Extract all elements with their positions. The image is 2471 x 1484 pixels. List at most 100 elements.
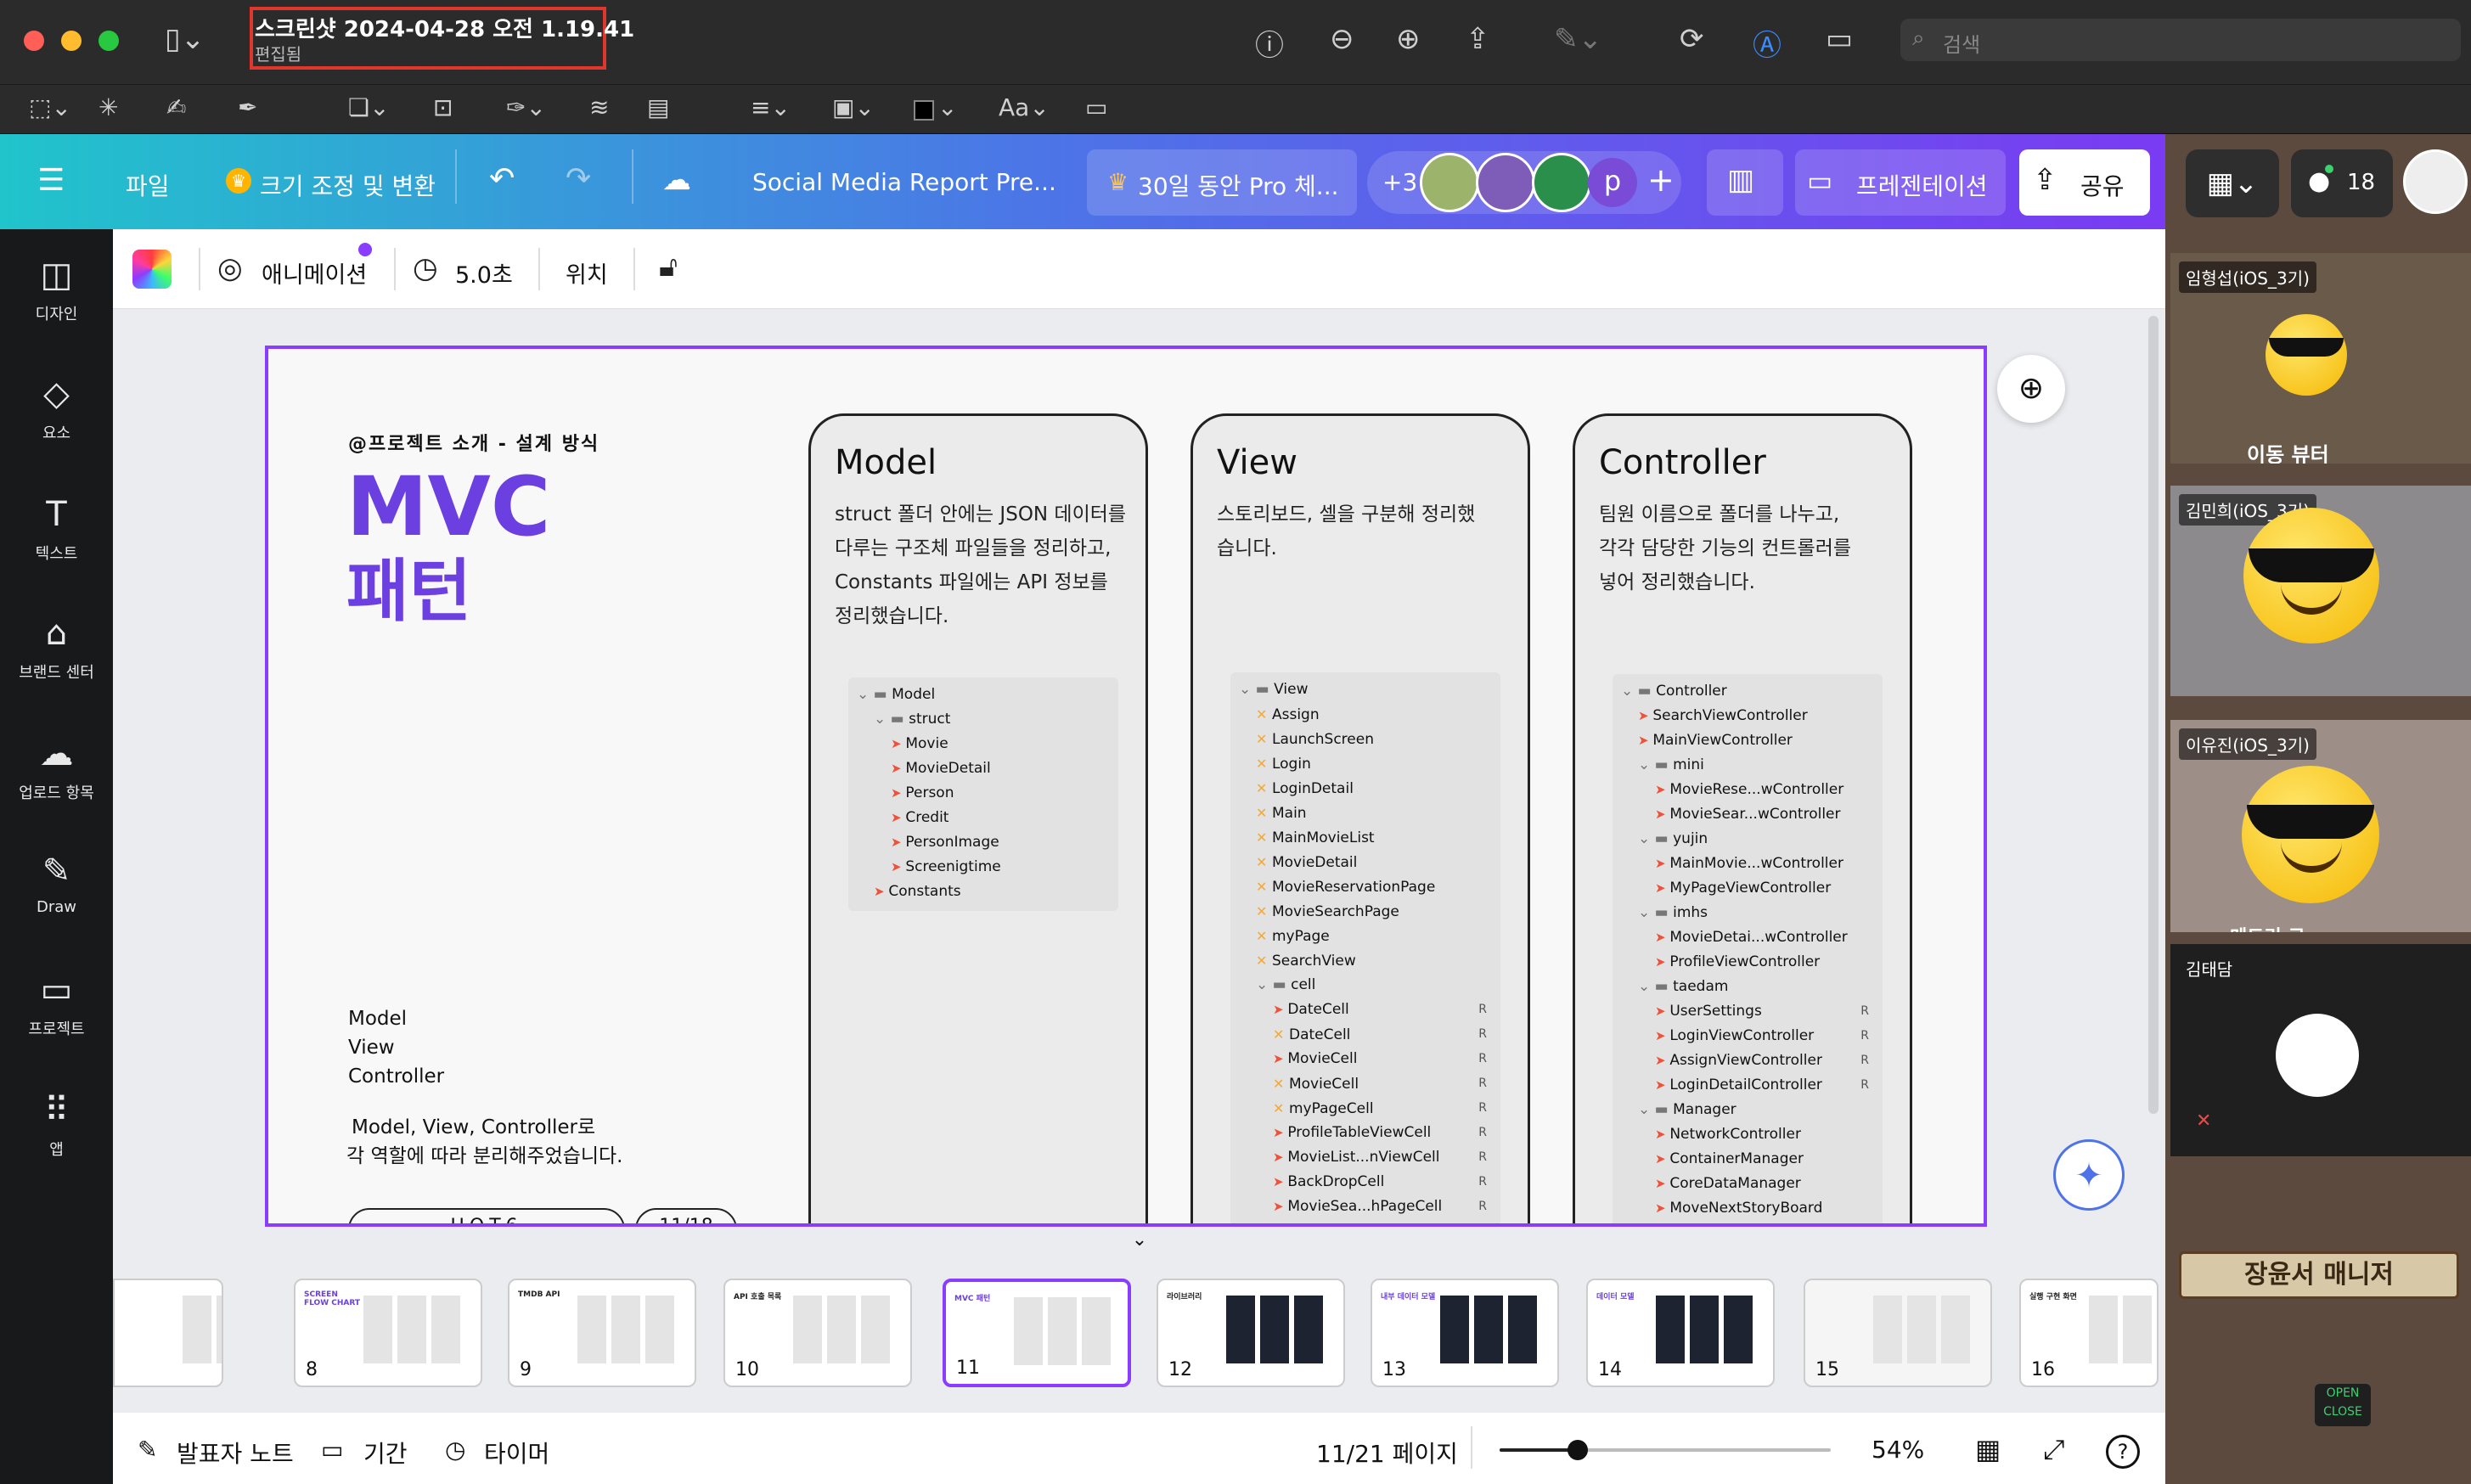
page-thumbnail[interactable]: 데이터 모델 14 [1586, 1279, 1775, 1387]
avatar[interactable] [1476, 153, 1535, 212]
shapes-icon[interactable]: ❏⌄ [348, 93, 390, 121]
sidebar-toggle-icon[interactable]: ▯⌄ [165, 22, 205, 56]
grid-view-icon[interactable]: ▦ [1975, 1433, 2001, 1465]
sign-icon[interactable]: ✑⌄ [506, 93, 546, 121]
card-title: View [1217, 443, 1297, 482]
sidebar-item-brand[interactable]: ⌂ 브랜드 센터 [0, 613, 113, 683]
page-thumbnail[interactable]: SCREEN FLOW CHART 8 [294, 1279, 482, 1387]
git-status-badge: R [1478, 1200, 1487, 1213]
zoom-slider-handle[interactable] [1567, 1440, 1588, 1460]
file-name: MovieDetail [1271, 854, 1358, 871]
file-name: NetworkController [1669, 1126, 1801, 1143]
sidebar-item-layout[interactable]: ◫ 디자인 [0, 255, 113, 324]
fullscreen-icon[interactable]: ⤢ [2043, 1433, 2065, 1466]
participants-button[interactable]: ● 18 [2291, 149, 2393, 217]
comment-icon[interactable]: ▭ [1085, 93, 1107, 121]
git-status-badge: R [1478, 1175, 1487, 1189]
fill-color-icon[interactable] [914, 100, 934, 121]
rotate-icon[interactable]: ⟳ [1680, 22, 1704, 56]
page-thumbnail[interactable]: TMDB API 9 [508, 1279, 696, 1387]
zoom-window-button[interactable] [99, 31, 119, 51]
video-tile[interactable]: 이유진(iOS_3기) 메드리 르 [2170, 720, 2471, 932]
add-comment-icon[interactable]: ⊕ [1997, 355, 2065, 423]
vertical-scrollbar[interactable] [2148, 316, 2159, 1114]
sidebar-item-text[interactable]: T 텍스트 [0, 494, 113, 564]
layout-icon: ◫ [40, 256, 73, 295]
redo-icon[interactable]: ↷ [566, 161, 591, 196]
edit-form-icon[interactable]: ▭ [1826, 22, 1853, 56]
list-item: Model [348, 1008, 408, 1030]
timer-button[interactable]: 타이머 [484, 1436, 549, 1470]
search-field[interactable]: ⌕ 검색 [1900, 19, 2461, 61]
collapse-thumbnails-icon[interactable]: ⌄ [1100, 1229, 1179, 1258]
page-thumbnail[interactable] [113, 1279, 223, 1387]
avatar[interactable] [1532, 153, 1591, 212]
page-thumbnail[interactable]: 15 [1804, 1279, 1992, 1387]
zoom-out-icon[interactable]: ⊖ [1330, 22, 1354, 56]
page-indicator[interactable]: 11/21 페이지 [1316, 1436, 1458, 1470]
markup-icon[interactable]: Ⓐ [1753, 22, 1781, 64]
slide-kicker: @프로젝트 소개 - 설계 방식 [348, 434, 600, 455]
sidebar-item-label: 브랜드 센터 [19, 664, 94, 682]
file-tree-row: ➤ MainViewController [1638, 728, 1876, 753]
page-thumbnail[interactable]: API 호출 목록 10 [723, 1279, 912, 1387]
my-avatar[interactable] [2403, 149, 2468, 214]
resize-button[interactable]: 크기 조정 및 변환 [260, 168, 436, 202]
sidebar-item-apps[interactable]: ⠿ 앱 [0, 1090, 113, 1160]
extra-collaborators[interactable]: +3 [1382, 168, 1417, 196]
page-thumbnail[interactable]: 실행 구현 화면 16 [2019, 1279, 2159, 1387]
text-box-icon[interactable]: ⊡ [433, 93, 453, 121]
file-tree-row: ⌄ ▬ mini [1638, 753, 1876, 778]
sidebar-item-upload[interactable]: ☁ 업로드 항목 [0, 734, 113, 803]
color-picker-icon[interactable] [132, 250, 172, 289]
add-collaborator-icon[interactable]: + [1647, 161, 1675, 199]
info-icon[interactable]: ⓘ [1255, 22, 1284, 64]
slide-canvas[interactable]: @프로젝트 소개 - 설계 방식 MVC 패턴 Model View Contr… [265, 346, 1987, 1227]
page-layout-icon[interactable]: ▤ [647, 93, 669, 121]
open-close-sign: OPEN CLOSE [2315, 1384, 2371, 1426]
zoom-level[interactable]: 54% [1872, 1436, 1924, 1464]
magic-assistant-icon[interactable]: ✦ [2053, 1139, 2125, 1211]
notes-button[interactable]: 발표자 노트 [177, 1436, 294, 1470]
instant-alpha-icon[interactable]: ✳ [99, 93, 118, 121]
duration-button[interactable]: 5.0초 [455, 256, 513, 289]
line-style-icon[interactable]: ≡⌄ [751, 93, 791, 121]
page-thumbnail[interactable]: 라이브러리 12 [1157, 1279, 1345, 1387]
select-icon[interactable]: ⬚⌄ [29, 93, 71, 121]
present-icon: ▭ [1807, 165, 1833, 197]
sketch-icon[interactable]: ✍ [166, 93, 186, 121]
adjust-color-icon[interactable]: ≋ [589, 93, 609, 121]
position-button[interactable]: 위치 [566, 256, 608, 289]
sidebar-item-folder[interactable]: ▭ 프로젝트 [0, 970, 113, 1039]
fill-dropdown-icon[interactable]: ⌄ [937, 93, 957, 121]
page-thumbnail[interactable]: 내부 데이터 모델 13 [1371, 1279, 1559, 1387]
swift-file-icon: ➤ [1655, 1176, 1670, 1191]
border-color-icon[interactable]: ▣⌄ [832, 93, 875, 121]
avatar[interactable] [1420, 153, 1479, 212]
draw-icon[interactable]: ✒ [238, 93, 257, 121]
text-style-icon[interactable]: Aa⌄ [999, 93, 1050, 121]
hamburger-icon[interactable]: ☰ [37, 163, 65, 198]
duration-footer-button[interactable]: 기간 [363, 1436, 408, 1470]
sidebar-item-draw[interactable]: ✎ Draw [0, 851, 113, 916]
page-thumbnail[interactable]: MVC 패턴 11 [943, 1279, 1131, 1387]
video-tile[interactable]: 임형섭(iOS_3기) 이동 뷰터 [2170, 253, 2471, 464]
close-window-button[interactable] [24, 31, 44, 51]
avatar[interactable]: p [1588, 158, 1637, 207]
highlight-icon[interactable]: ✎⌄ [1554, 22, 1602, 56]
help-icon[interactable]: ? [2106, 1435, 2140, 1469]
storyboard-file-icon: ✕ [1256, 879, 1272, 895]
file-name: Manager [1673, 1101, 1736, 1118]
doc-title[interactable]: Social Media Report Pre... [752, 168, 1056, 196]
animation-button[interactable]: 애니메이션 [262, 256, 367, 289]
minimize-window-button[interactable] [61, 31, 82, 51]
layout-switch-icon[interactable]: ▦⌄ [2186, 149, 2279, 217]
video-tile[interactable]: 김태담 ✕ [2170, 944, 2471, 1156]
share-icon[interactable]: ⇪ [1466, 22, 1490, 56]
sidebar-item-shapes[interactable]: ◇ 요소 [0, 374, 113, 443]
file-menu[interactable]: 파일 [126, 168, 170, 202]
zoom-in-icon[interactable]: ⊕ [1396, 22, 1421, 56]
undo-icon[interactable]: ↶ [489, 161, 515, 196]
video-tile[interactable]: 김민희(iOS_3기) [2170, 486, 2471, 696]
lock-icon[interactable]: 🔓︎ [659, 250, 678, 284]
